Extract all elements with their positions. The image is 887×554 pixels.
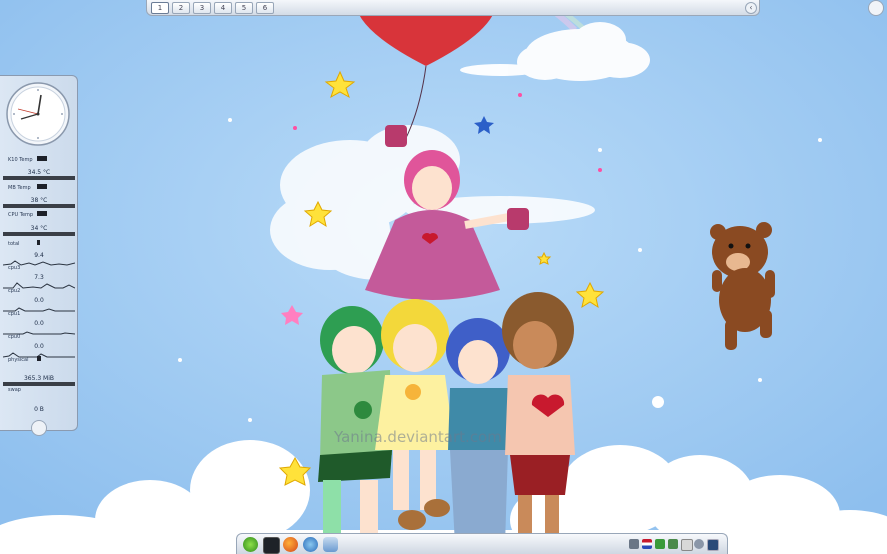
display-icon[interactable] (707, 539, 719, 551)
desktop-6-button[interactable]: 6 (256, 1, 274, 14)
mb-temp-bar (3, 204, 75, 208)
wallpaper-watermark: Yanina.deviantart.com (334, 428, 502, 446)
clipboard-icon[interactable] (655, 539, 665, 549)
physical-memory-value: 365.3 MiB (23, 375, 55, 382)
network-icon[interactable] (303, 537, 318, 552)
cpu0-label: cpu0 (8, 334, 21, 340)
database-icon[interactable] (323, 537, 338, 552)
physical-memory-label: physical (8, 357, 29, 363)
cpu-temp-value: 34 °C (30, 225, 48, 232)
desktop-toolbox-button[interactable] (868, 0, 884, 16)
swap-label: swap (8, 387, 21, 393)
physical-memory-meter (37, 356, 41, 361)
k10-temp-bar (3, 176, 75, 180)
firefox-icon[interactable] (283, 537, 298, 552)
pager-collapse-icon[interactable]: ‹ (745, 2, 757, 14)
cpu-total-label: total (8, 241, 20, 247)
swap-value: 0 B (34, 406, 44, 413)
desktop-3-button[interactable]: 3 (193, 1, 211, 14)
physical-memory-bar (3, 382, 75, 386)
cpu1-label: cpu1 (8, 311, 21, 317)
desktop-1-button[interactable]: 1 (151, 1, 169, 14)
system-monitor-panel: K10 Temp 34.5 °C MB Temp 38 °C CPU Temp … (0, 75, 78, 436)
info-icon[interactable] (694, 539, 704, 549)
analog-clock (6, 82, 70, 146)
cpu3-label: cpu3 (8, 265, 21, 271)
desktop-pager: 1 2 3 4 5 6 ‹ (146, 0, 760, 16)
kde-menu-icon[interactable] (243, 537, 258, 552)
network-tray-icon[interactable] (668, 539, 678, 549)
desktop-4-button[interactable]: 4 (214, 1, 232, 14)
cpu-temp-bar (3, 232, 75, 236)
terminal-icon[interactable] (263, 537, 280, 554)
panel-settings-button[interactable] (31, 420, 47, 436)
flag-icon[interactable] (642, 539, 652, 549)
cpu-temp-label: CPU Temp (8, 212, 34, 218)
cpu-temp-meter (37, 211, 47, 216)
cpu-total-meter (37, 240, 40, 245)
mb-temp-label: MB Temp (8, 185, 31, 191)
mb-temp-value: 38 °C (30, 197, 48, 204)
battery-icon[interactable] (681, 539, 693, 551)
k10-temp-label: K10 Temp (8, 157, 33, 163)
taskbar-panel (236, 533, 728, 554)
volume-icon[interactable] (629, 539, 639, 549)
k10-temp-value: 34.5 °C (27, 169, 51, 176)
k10-temp-meter (37, 156, 47, 161)
mb-temp-meter (37, 184, 47, 189)
desktop-5-button[interactable]: 5 (235, 1, 253, 14)
desktop-wallpaper (0, 0, 887, 554)
cpu2-label: cpu2 (8, 288, 21, 294)
desktop-2-button[interactable]: 2 (172, 1, 190, 14)
